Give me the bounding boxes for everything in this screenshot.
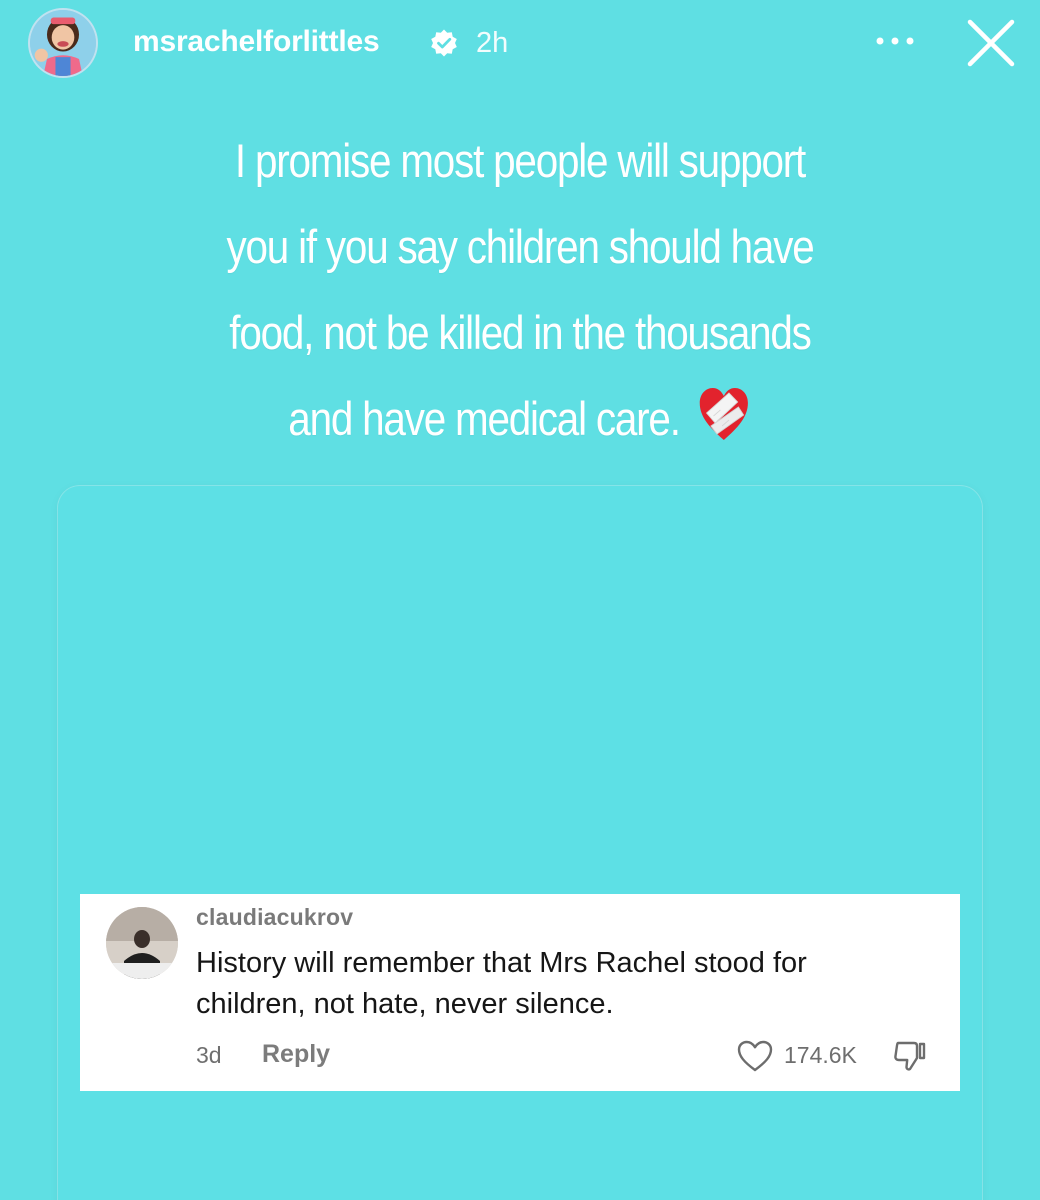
comment-text-line-1: History will remember that Mrs Rachel st…	[196, 947, 807, 979]
profile-photo	[30, 10, 96, 76]
comment-age: 3d	[196, 1042, 222, 1068]
story-line-4-wrap: and have medical care.	[107, 376, 933, 462]
commenter-avatar[interactable]	[106, 907, 178, 979]
story-line-4: and have medical care.	[288, 392, 681, 445]
username[interactable]: msrachelforlittles	[133, 24, 380, 60]
more-horizontal-icon[interactable]	[872, 28, 918, 54]
story-caption: I promise most people will support you i…	[107, 118, 933, 462]
heart-outline-icon[interactable]	[736, 1039, 774, 1073]
story-line-3: food, not be killed in the thousands	[229, 306, 812, 359]
verified-badge-icon	[431, 29, 457, 57]
story-line-2: you if you say children should have	[226, 220, 814, 273]
profile-avatar[interactable]	[28, 8, 98, 78]
embedded-video[interactable]	[58, 486, 982, 1200]
close-icon[interactable]	[962, 14, 1020, 72]
commenter-photo	[106, 907, 178, 979]
commenter-username[interactable]: claudiacukrov	[196, 904, 353, 931]
post-timestamp: 2h	[476, 27, 509, 59]
reply-button[interactable]: Reply	[262, 1040, 330, 1069]
comment-text: History will remember that Mrs Rachel st…	[196, 943, 936, 1025]
mending-heart-emoji	[700, 388, 749, 440]
story-header: msrachelforlittles 2h	[0, 0, 1040, 90]
story-line-1: I promise most people will support	[234, 134, 806, 187]
comment-text-line-2: children, not hate, never silence.	[196, 988, 614, 1020]
thumbs-down-icon[interactable]	[890, 1036, 930, 1076]
like-count: 174.6K	[784, 1042, 857, 1068]
comment-card: claudiacukrov History will remember that…	[80, 894, 960, 1091]
